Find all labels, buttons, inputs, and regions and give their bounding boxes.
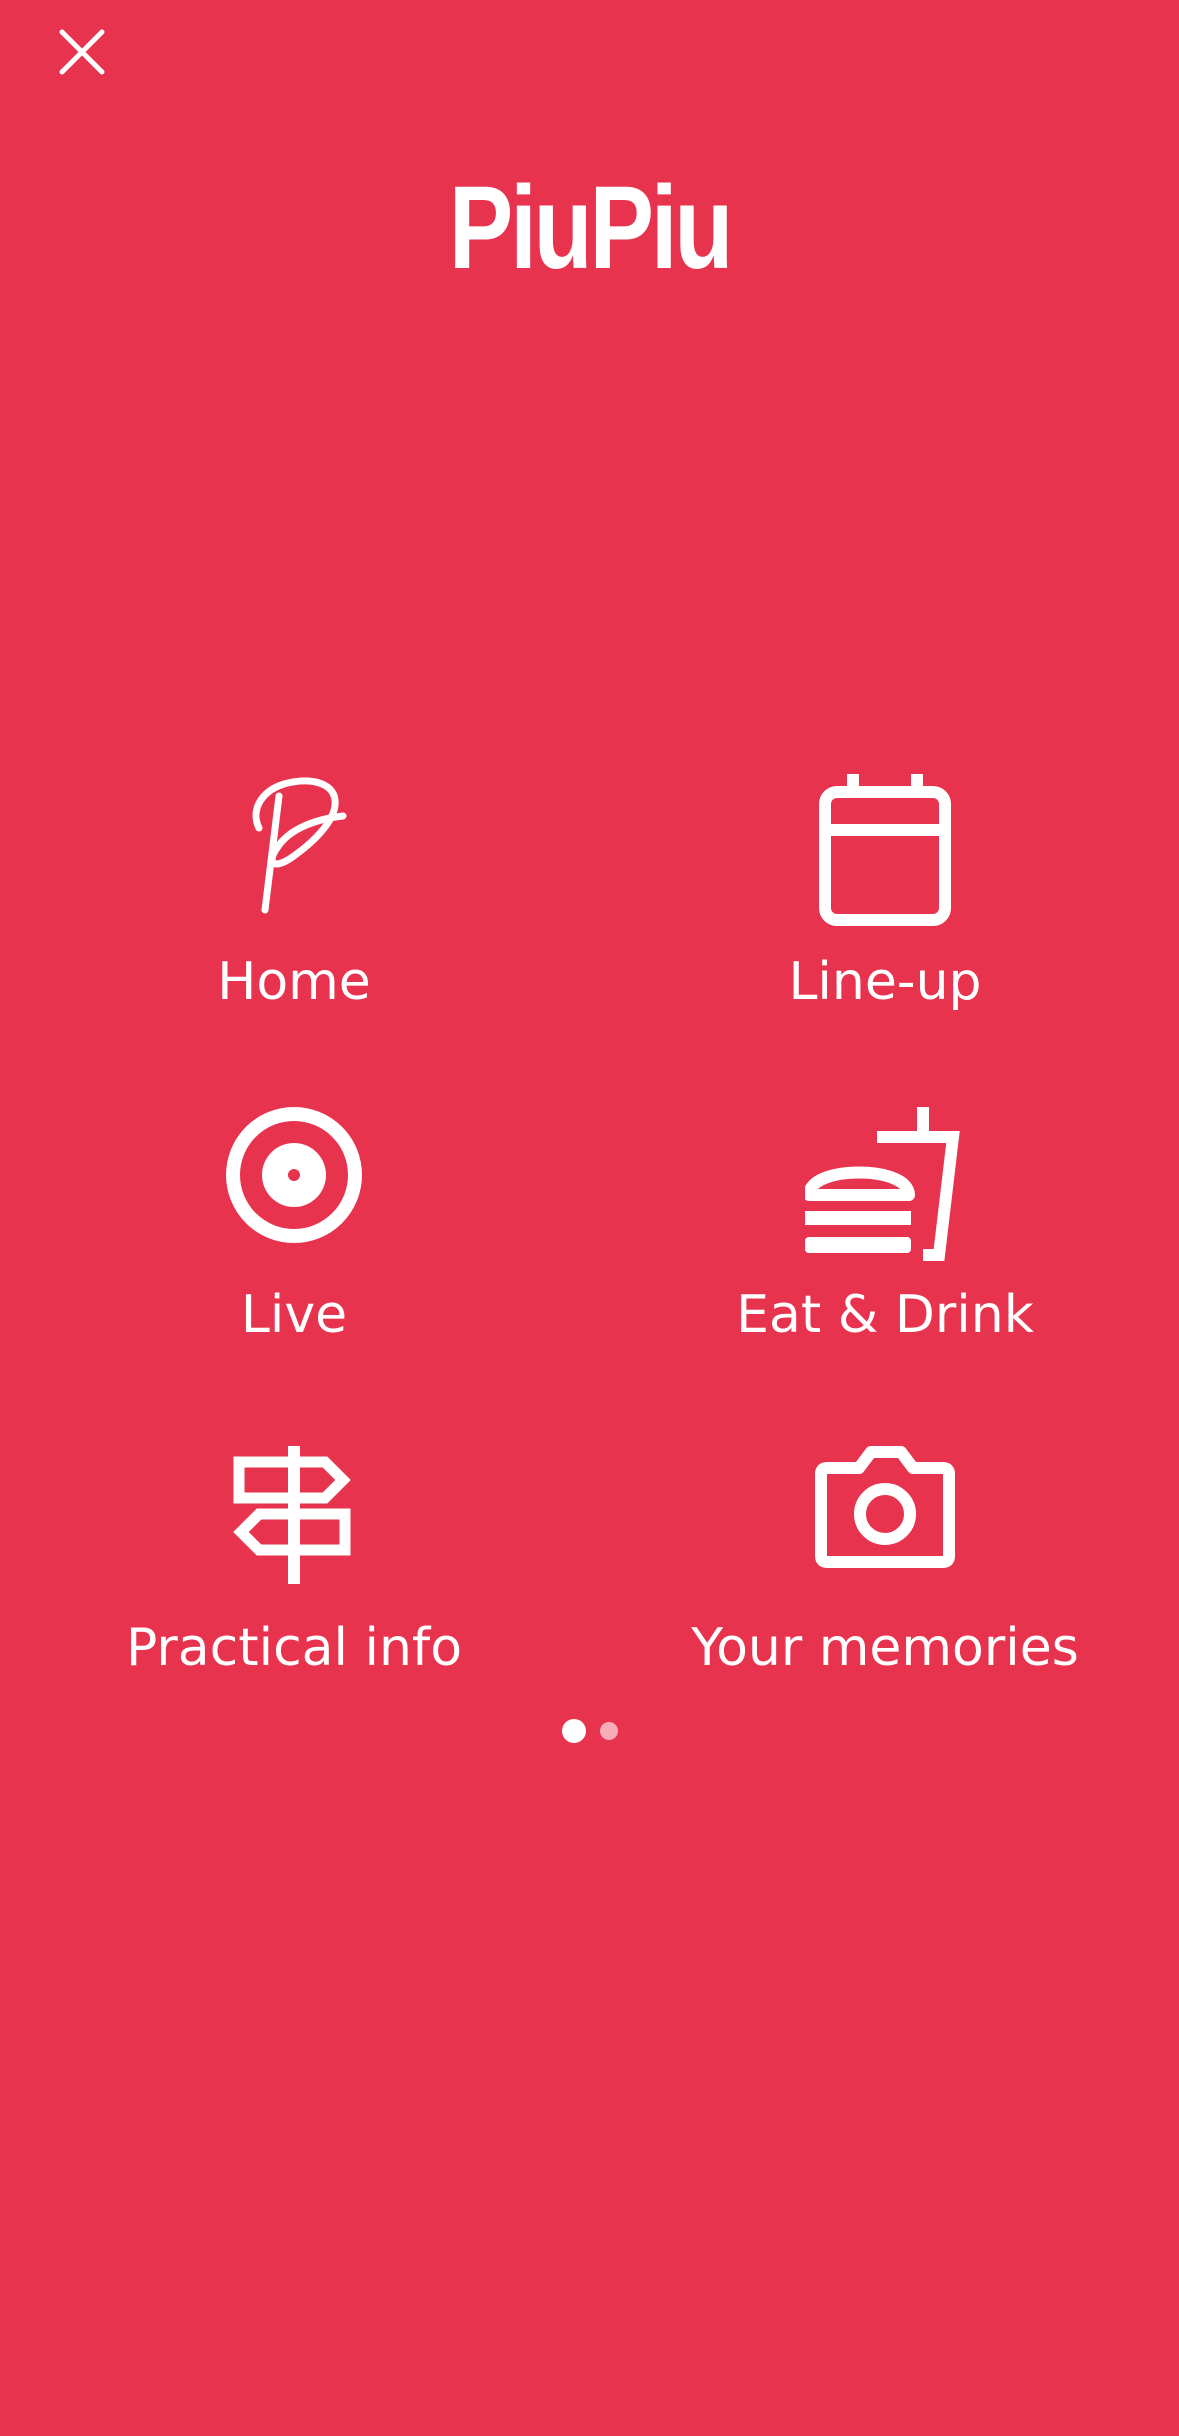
menu-item-label: Live — [240, 1285, 348, 1345]
piupiu-p-logo-icon — [229, 770, 359, 920]
menu-item-label: Your memories — [691, 1618, 1079, 1678]
page-indicator — [0, 1718, 1179, 1744]
close-button[interactable] — [52, 22, 112, 82]
close-icon — [59, 29, 105, 75]
page-dot-active[interactable] — [561, 1719, 586, 1743]
menu-item-label: Eat & Drink — [736, 1285, 1034, 1345]
calendar-icon — [813, 770, 957, 930]
camera-icon — [813, 1440, 957, 1570]
signpost-icon — [229, 1440, 359, 1590]
menu-item-label: Practical info — [125, 1618, 463, 1678]
page-dot[interactable] — [599, 1722, 618, 1740]
menu-item-label: Line-up — [788, 952, 982, 1012]
brand-title: PiuPiu — [448, 162, 734, 294]
live-target-icon — [224, 1105, 364, 1245]
burger-drink-icon — [805, 1105, 965, 1265]
menu-item-label: Home — [217, 952, 371, 1012]
